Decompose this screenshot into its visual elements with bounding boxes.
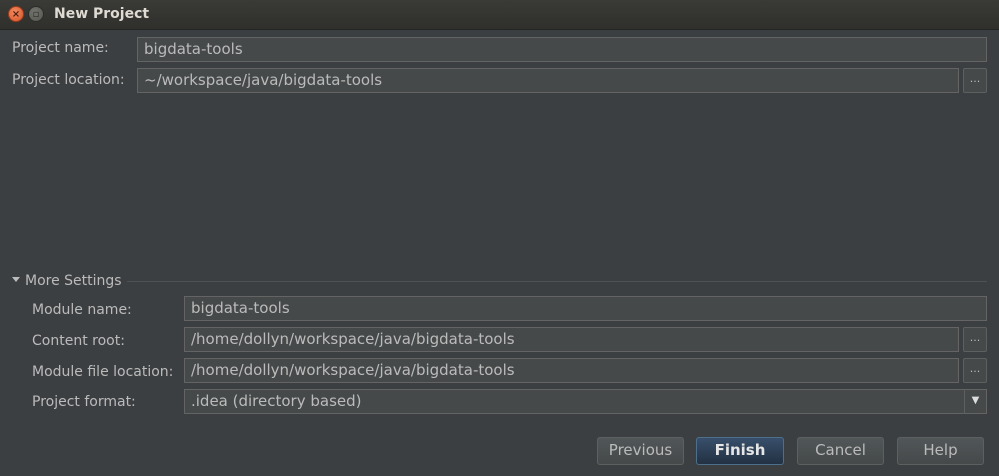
cancel-button[interactable]: Cancel [797, 437, 884, 465]
previous-button[interactable]: Previous [597, 437, 684, 465]
maximize-window-icon[interactable]: ▫ [28, 6, 44, 22]
module-file-location-browse-button[interactable]: ... [963, 358, 987, 383]
help-button[interactable]: Help [897, 437, 984, 465]
module-file-location-label: Module file location: [32, 364, 174, 380]
collapse-triangle-icon [12, 277, 20, 282]
project-location-label: Project location: [12, 72, 125, 88]
more-settings-title: More Settings [25, 273, 122, 289]
title-bar: × ▫ New Project [0, 0, 999, 30]
project-format-label: Project format: [32, 394, 136, 410]
content-root-input[interactable]: /home/dollyn/workspace/java/bigdata-tool… [184, 327, 959, 352]
more-settings-toggle[interactable]: More Settings [12, 272, 122, 290]
finish-button[interactable]: Finish [696, 437, 784, 465]
project-location-browse-button[interactable]: ... [963, 68, 987, 93]
module-name-label: Module name: [32, 302, 132, 318]
project-name-label: Project name: [12, 40, 109, 56]
project-name-input[interactable]: bigdata-tools [137, 37, 987, 62]
close-window-icon[interactable]: × [8, 6, 24, 22]
section-divider [127, 281, 987, 282]
module-file-location-input[interactable]: /home/dollyn/workspace/java/bigdata-tool… [184, 358, 959, 383]
chevron-down-icon[interactable]: ▼ [964, 389, 986, 414]
project-format-value: .idea (directory based) [191, 392, 362, 410]
content-root-browse-button[interactable]: ... [963, 327, 987, 352]
project-format-select[interactable]: .idea (directory based) [184, 389, 987, 414]
project-location-input[interactable]: ~/workspace/java/bigdata-tools [137, 68, 959, 93]
content-root-label: Content root: [32, 333, 125, 349]
module-name-input[interactable]: bigdata-tools [184, 296, 987, 321]
window-title: New Project [54, 6, 150, 22]
